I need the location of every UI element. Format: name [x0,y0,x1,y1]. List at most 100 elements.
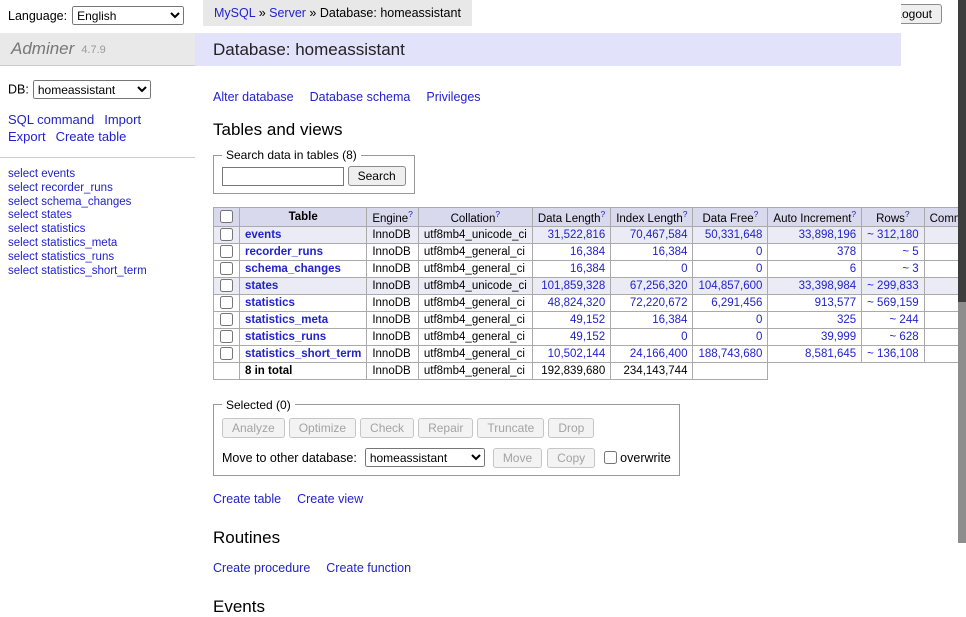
table-select-link[interactable]: select statistics [8,223,85,235]
rows-count-link[interactable]: ~ 628 [890,331,919,343]
db-action-link[interactable]: Alter database [213,90,294,104]
data-length-link[interactable]: 16,384 [570,263,605,275]
row-checkbox[interactable] [220,347,233,360]
table-name-link[interactable]: events [245,229,281,241]
table-name-link[interactable]: statistics_runs [245,331,326,343]
check-all-checkbox[interactable] [220,210,233,223]
analyze-button[interactable]: Analyze [222,418,285,438]
data-free-link[interactable]: 0 [756,246,762,258]
sql-command-link[interactable]: SQL command [8,112,94,127]
truncate-button[interactable]: Truncate [477,418,544,438]
row-checkbox[interactable] [220,228,233,241]
table-select-link[interactable]: select recorder_runs [8,182,113,194]
data-length-link[interactable]: 101,859,328 [541,280,605,292]
table-select-link[interactable]: select statistics_meta [8,237,117,249]
rows-count-link[interactable]: ~ 3 [902,263,918,275]
create-table-link[interactable]: Create table [213,492,281,506]
help-marker[interactable]: ? [683,209,688,219]
data-length-link[interactable]: 49,152 [570,314,605,326]
table-select-link[interactable]: select statistics_short_term [8,265,147,277]
row-checkbox[interactable] [220,296,233,309]
db-select[interactable]: homeassistant [33,80,151,99]
index-length-link[interactable]: 0 [681,331,687,343]
auto-increment-link[interactable]: 6 [850,263,856,275]
rows-count-link[interactable]: ~ 299,833 [867,280,918,292]
breadcrumb-link[interactable]: Server [269,6,306,20]
data-length-link[interactable]: 16,384 [570,246,605,258]
check-button[interactable]: Check [360,418,414,438]
app-title-link[interactable]: Adminer [11,39,74,59]
help-marker[interactable]: ? [851,209,856,219]
breadcrumb-link[interactable]: MySQL [214,6,255,20]
table-name-link[interactable]: recorder_runs [245,246,323,258]
db-action-link[interactable]: Privileges [426,90,480,104]
table-select-link[interactable]: select statistics_runs [8,251,114,263]
copy-button[interactable]: Copy [547,448,595,468]
auto-increment-link[interactable]: 33,398,984 [799,280,857,292]
data-length-link[interactable]: 49,152 [570,331,605,343]
data-free-link[interactable]: 6,291,456 [711,297,762,309]
data-length-link[interactable]: 10,502,144 [548,348,606,360]
data-free-link[interactable]: 0 [756,314,762,326]
db-action-link[interactable]: Database schema [310,90,411,104]
data-free-link[interactable]: 50,331,648 [705,229,763,241]
index-length-link[interactable]: 72,220,672 [630,297,688,309]
index-length-link[interactable]: 67,256,320 [630,280,688,292]
index-length-link[interactable]: 0 [681,263,687,275]
rows-count-link[interactable]: ~ 5 [902,246,918,258]
auto-increment-link[interactable]: 8,581,645 [805,348,856,360]
data-free-link[interactable]: 188,743,680 [698,348,762,360]
help-marker[interactable]: ? [600,209,605,219]
help-marker[interactable]: ? [754,209,759,219]
drop-button[interactable]: Drop [548,418,594,438]
auto-increment-link[interactable]: 378 [837,246,856,258]
table-select-link[interactable]: select events [8,168,75,180]
export-link[interactable]: Export [8,129,46,144]
auto-increment-link[interactable]: 33,898,196 [799,229,857,241]
data-free-link[interactable]: 104,857,600 [698,280,762,292]
create-table-link-sidebar[interactable]: Create table [56,129,127,144]
row-checkbox[interactable] [220,313,233,326]
optimize-button[interactable]: Optimize [289,418,356,438]
data-length-link[interactable]: 31,522,816 [548,229,606,241]
create-function-link[interactable]: Create function [326,561,411,575]
help-marker[interactable]: ? [495,209,500,219]
index-length-link[interactable]: 16,384 [652,246,687,258]
table-name-link[interactable]: statistics [245,297,295,309]
data-free-link[interactable]: 0 [756,263,762,275]
rows-count-link[interactable]: ~ 312,180 [867,229,918,241]
rows-count-link[interactable]: ~ 244 [890,314,919,326]
index-length-link[interactable]: 24,166,400 [630,348,688,360]
auto-increment-link[interactable]: 913,577 [815,297,857,309]
table-select-link[interactable]: select states [8,209,72,221]
row-checkbox[interactable] [220,245,233,258]
table-select-link[interactable]: select schema_changes [8,196,131,208]
scrollbar[interactable] [958,0,966,543]
rows-count-link[interactable]: ~ 136,108 [867,348,918,360]
index-length-link[interactable]: 70,467,584 [630,229,688,241]
rows-count-link[interactable]: ~ 569,159 [867,297,918,309]
table-name-link[interactable]: schema_changes [245,263,341,275]
language-select[interactable]: English [72,6,184,25]
repair-button[interactable]: Repair [418,418,473,438]
data-length-link[interactable]: 48,824,320 [548,297,606,309]
help-marker[interactable]: ? [905,209,910,219]
import-link[interactable]: Import [104,112,141,127]
auto-increment-link[interactable]: 39,999 [821,331,856,343]
data-free-link[interactable]: 0 [756,331,762,343]
table-name-link[interactable]: states [245,280,278,292]
create-view-link[interactable]: Create view [297,492,363,506]
help-marker[interactable]: ? [408,209,413,219]
auto-increment-link[interactable]: 325 [837,314,856,326]
overwrite-checkbox[interactable] [604,451,617,464]
row-checkbox[interactable] [220,279,233,292]
move-button[interactable]: Move [493,448,542,468]
table-name-link[interactable]: statistics_short_term [245,348,361,360]
move-db-select[interactable]: homeassistant [365,448,485,467]
row-checkbox[interactable] [220,330,233,343]
index-length-link[interactable]: 16,384 [652,314,687,326]
table-name-link[interactable]: statistics_meta [245,314,328,326]
scrollbar-thumb[interactable] [958,0,966,302]
search-button[interactable]: Search [348,166,406,186]
create-procedure-link[interactable]: Create procedure [213,561,310,575]
